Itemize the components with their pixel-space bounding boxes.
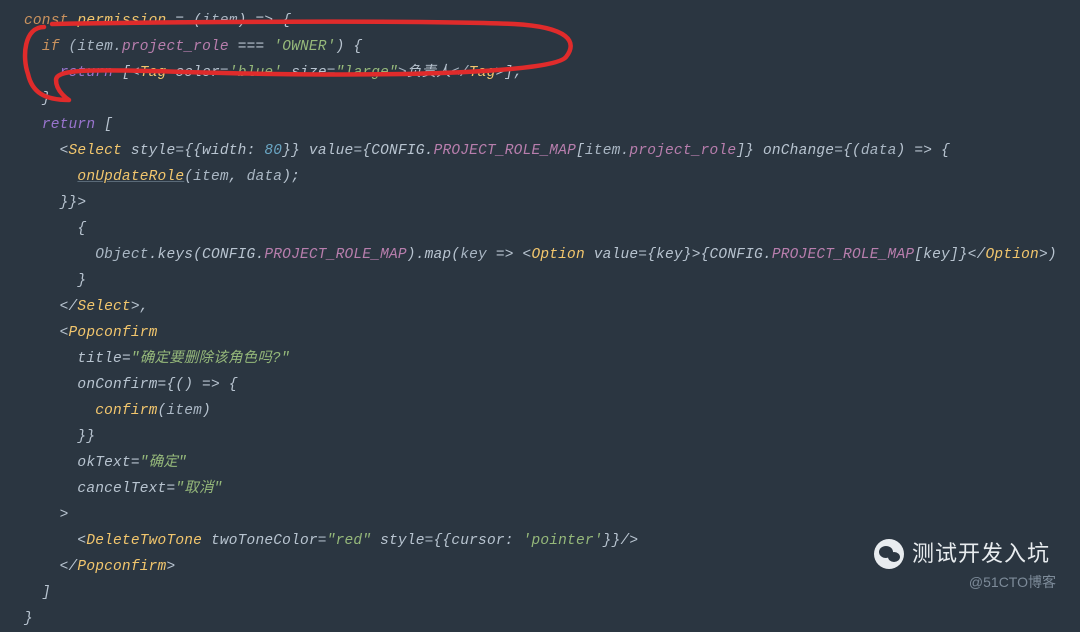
- blog-watermark: @51CTO博客: [969, 569, 1056, 595]
- keyword: const: [24, 13, 69, 29]
- keyword-return: return: [60, 65, 113, 81]
- wechat-watermark: 测试开发入坑: [874, 539, 1050, 569]
- wechat-watermark-text: 测试开发入坑: [912, 541, 1050, 567]
- wechat-icon: [874, 539, 904, 569]
- keyword-if: if: [42, 39, 60, 55]
- fn-name: permission: [77, 13, 166, 29]
